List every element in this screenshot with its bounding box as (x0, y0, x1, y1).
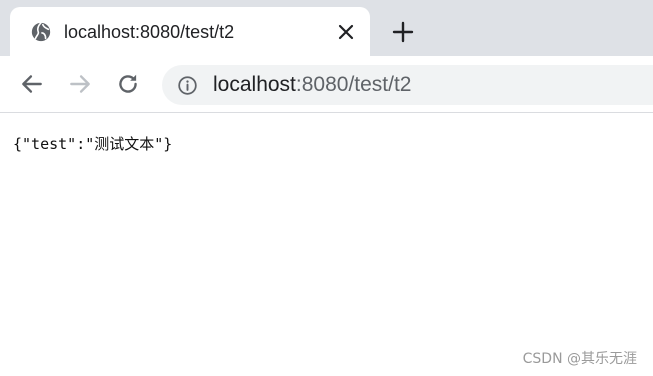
watermark: CSDN @其乐无涯 (522, 351, 637, 367)
browser-window: localhost:8080/test/t2 localhost:8080/te… (0, 0, 653, 376)
url-text[interactable]: localhost:8080/test/t2 (213, 73, 411, 97)
page-content: {"test":"测试文本"} CSDN @其乐无涯 (0, 113, 653, 376)
tab-strip: localhost:8080/test/t2 (0, 0, 653, 56)
arrow-left-icon[interactable] (19, 71, 45, 97)
reload-icon[interactable] (115, 71, 141, 97)
globe-icon (31, 22, 51, 42)
plus-icon[interactable] (391, 20, 415, 44)
browser-toolbar: localhost:8080/test/t2 (0, 56, 653, 113)
address-bar[interactable]: localhost:8080/test/t2 (162, 65, 653, 105)
arrow-right-icon[interactable] (67, 71, 93, 97)
info-icon[interactable] (177, 75, 198, 96)
url-path: :8080/test/t2 (295, 73, 412, 96)
close-icon[interactable] (336, 22, 356, 42)
active-tab[interactable]: localhost:8080/test/t2 (10, 7, 370, 56)
json-response-text: {"test":"测试文本"} (13, 135, 173, 153)
url-host: localhost (213, 73, 296, 96)
tab-title: localhost:8080/test/t2 (64, 22, 235, 42)
